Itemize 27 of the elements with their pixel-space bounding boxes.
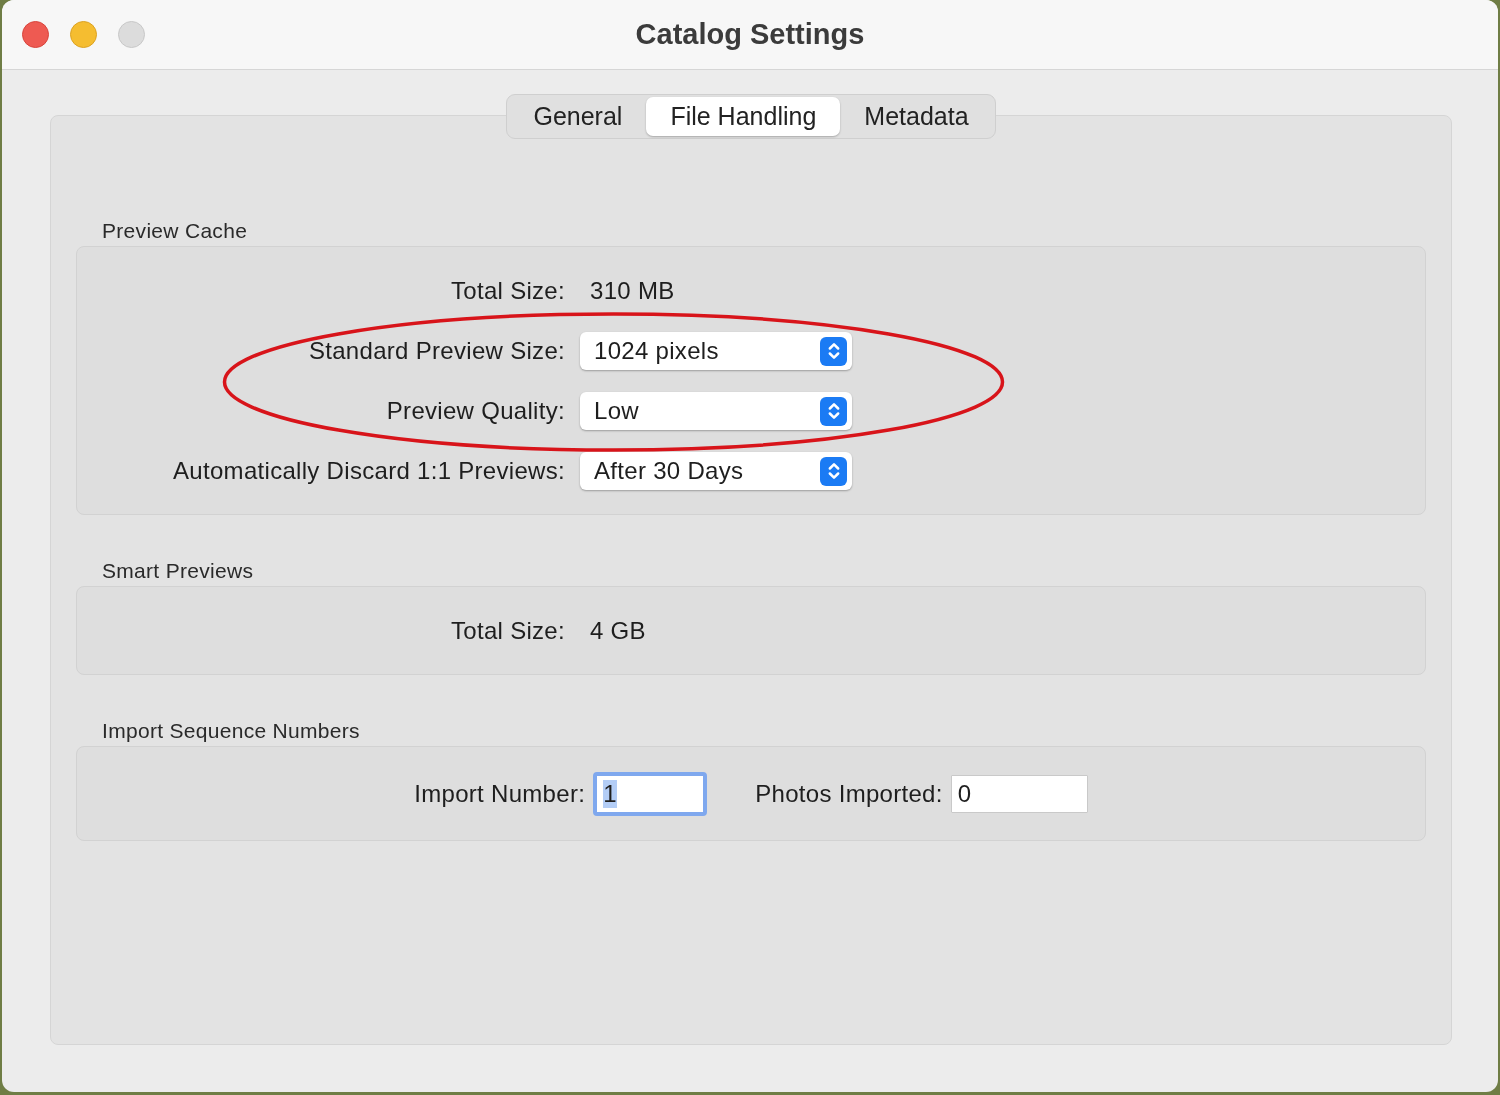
section-title: Import Sequence Numbers — [102, 719, 361, 743]
dropdown[interactable]: 1024 pixels — [580, 332, 852, 370]
tab[interactable]: General — [509, 97, 647, 136]
stepper-icon — [820, 336, 847, 366]
dropdown[interactable]: Low — [580, 392, 852, 430]
zoom-button[interactable] — [118, 21, 145, 48]
tab[interactable]: File Handling — [646, 97, 841, 136]
input-field[interactable]: 0 — [950, 775, 1088, 813]
field-label: Total Size: — [450, 277, 565, 305]
minimize-button[interactable] — [70, 21, 97, 48]
dropdown[interactable]: After 30 Days — [580, 452, 852, 490]
tab[interactable]: Metadata — [840, 97, 993, 136]
field-label: Standard Preview Size: — [308, 337, 565, 365]
field-label: Import Number: — [414, 780, 586, 808]
value-text: 310 MB — [589, 276, 676, 306]
close-button[interactable] — [22, 21, 49, 48]
field-label: Total Size: — [450, 617, 565, 645]
field-label: Photos Imported: — [755, 780, 943, 808]
field-label: Preview Quality: — [386, 397, 565, 425]
section-title: Preview Cache — [102, 219, 249, 243]
section-title: Smart Previews — [102, 559, 255, 583]
window-title: Catalog Settings — [634, 18, 866, 51]
stepper-icon — [820, 396, 847, 426]
stepper-icon — [820, 456, 847, 486]
input-field[interactable]: 1 — [593, 772, 708, 816]
value-text: 4 GB — [589, 616, 647, 646]
field-label: Automatically Discard 1:1 Previews: — [173, 457, 565, 485]
